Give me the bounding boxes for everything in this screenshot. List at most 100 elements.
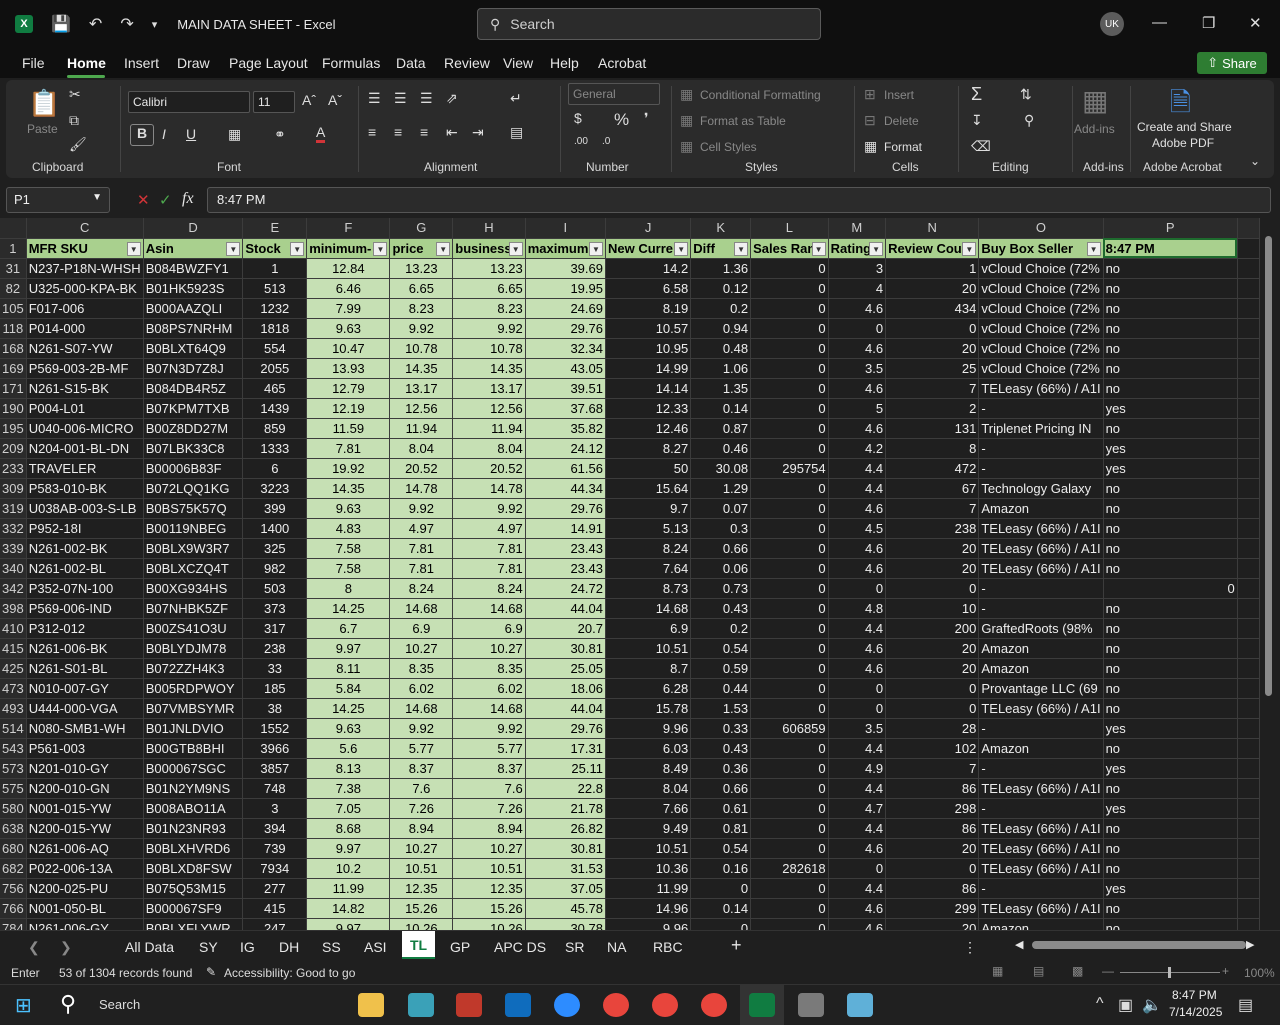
- cell[interactable]: 0.2: [690, 298, 752, 319]
- sheet-tab-asi[interactable]: ASI: [364, 939, 387, 955]
- cell[interactable]: 0: [750, 278, 829, 299]
- tab-view[interactable]: View: [503, 55, 533, 71]
- cell[interactable]: 513: [242, 278, 308, 299]
- cell[interactable]: 4.6: [828, 338, 887, 359]
- cell[interactable]: P352-07N-100: [26, 578, 144, 599]
- column-header-o[interactable]: O: [978, 218, 1104, 239]
- accessibility-icon[interactable]: ✎: [206, 965, 216, 979]
- cell[interactable]: 373: [242, 598, 308, 619]
- row-number[interactable]: 784: [0, 918, 27, 930]
- empty-cell[interactable]: [1237, 318, 1260, 339]
- header-cell[interactable]: maximum ▼: [525, 238, 606, 259]
- cell[interactable]: 12.79: [306, 378, 391, 399]
- empty-cell[interactable]: [1237, 778, 1260, 799]
- cell[interactable]: 10.26: [452, 918, 526, 930]
- empty-cell[interactable]: [1237, 378, 1260, 399]
- cell[interactable]: 35.82: [525, 418, 606, 439]
- cell[interactable]: 38: [242, 698, 308, 719]
- cell[interactable]: 20.52: [389, 458, 454, 479]
- cell[interactable]: 31.53: [525, 858, 606, 879]
- cell[interactable]: 14.14: [605, 378, 692, 399]
- cell[interactable]: 7: [885, 758, 980, 779]
- cell[interactable]: N200-025-PU: [26, 878, 144, 899]
- tab-file[interactable]: File: [22, 55, 45, 71]
- cell[interactable]: 0.06: [690, 558, 752, 579]
- cell[interactable]: 29.76: [525, 718, 606, 739]
- cell[interactable]: 0: [750, 678, 829, 699]
- cell[interactable]: 8.7: [605, 658, 692, 679]
- copy-icon[interactable]: ⧉: [69, 112, 79, 129]
- cell[interactable]: B000067SF9: [143, 898, 244, 919]
- cell[interactable]: 12.84: [306, 258, 391, 279]
- cell[interactable]: no: [1103, 838, 1238, 859]
- tab-page-layout[interactable]: Page Layout: [229, 55, 308, 71]
- cell[interactable]: 13.93: [306, 358, 391, 379]
- filter-dropdown-icon[interactable]: ▼: [588, 241, 603, 256]
- cell[interactable]: 44.04: [525, 698, 606, 719]
- cell[interactable]: 10: [885, 598, 980, 619]
- align-right-icon[interactable]: ≡: [420, 124, 428, 140]
- empty-cell[interactable]: [1237, 578, 1260, 599]
- cell[interactable]: 7.81: [452, 558, 526, 579]
- cell[interactable]: 25.05: [525, 658, 606, 679]
- cell[interactable]: 10.27: [452, 838, 526, 859]
- cell[interactable]: 25.11: [525, 758, 606, 779]
- cell[interactable]: yes: [1103, 458, 1238, 479]
- cell[interactable]: 4.97: [389, 518, 454, 539]
- cell[interactable]: no: [1103, 658, 1238, 679]
- addins-icon[interactable]: ▦: [1082, 84, 1108, 117]
- cell[interactable]: TELeasy (66%) / A1I: [978, 858, 1104, 879]
- cell[interactable]: 9.97: [306, 638, 391, 659]
- row-number[interactable]: 425: [0, 658, 27, 679]
- cell[interactable]: 3: [828, 258, 887, 279]
- increase-decimal-icon[interactable]: .00: [574, 136, 588, 147]
- empty-cell[interactable]: [1237, 758, 1260, 779]
- cell[interactable]: 8.35: [389, 658, 454, 679]
- cell[interactable]: B07VMBSYMR: [143, 698, 244, 719]
- cell[interactable]: 4.8: [828, 598, 887, 619]
- decrease-font-icon[interactable]: Aˇ: [328, 92, 342, 108]
- cell[interactable]: -: [978, 878, 1104, 899]
- cell[interactable]: 6.9: [452, 618, 526, 639]
- cell[interactable]: 10.2: [306, 858, 391, 879]
- undo-icon[interactable]: ↶: [89, 14, 102, 34]
- font-color-icon[interactable]: A: [316, 124, 326, 143]
- empty-cell[interactable]: [1237, 878, 1260, 899]
- cell[interactable]: 1818: [242, 318, 308, 339]
- cell[interactable]: no: [1103, 898, 1238, 919]
- cell[interactable]: N200-015-YW: [26, 818, 144, 839]
- cell[interactable]: N200-010-GN: [26, 778, 144, 799]
- cell[interactable]: 24.69: [525, 298, 606, 319]
- cell[interactable]: 20.7: [525, 618, 606, 639]
- minimize-icon[interactable]: —: [1152, 14, 1167, 31]
- cell[interactable]: 10.57: [605, 318, 692, 339]
- empty-cell[interactable]: [1237, 658, 1260, 679]
- cell[interactable]: 0: [828, 698, 887, 719]
- add-sheet-icon[interactable]: +: [731, 935, 742, 956]
- cell[interactable]: B084BWZFY1: [143, 258, 244, 279]
- row-number[interactable]: 473: [0, 678, 27, 699]
- cell[interactable]: B000067SGC: [143, 758, 244, 779]
- empty-cell[interactable]: [1237, 418, 1260, 439]
- empty-cell[interactable]: [1237, 358, 1260, 379]
- italic-icon[interactable]: I: [162, 126, 166, 142]
- cell[interactable]: 4: [828, 278, 887, 299]
- cell[interactable]: TELeasy (66%) / A1I: [978, 838, 1104, 859]
- cell[interactable]: 43.05: [525, 358, 606, 379]
- cell[interactable]: U040-006-MICRO: [26, 418, 144, 439]
- cell[interactable]: 185: [242, 678, 308, 699]
- cell[interactable]: 247: [242, 918, 308, 930]
- cell[interactable]: no: [1103, 478, 1238, 499]
- cell[interactable]: 0.54: [690, 638, 752, 659]
- cell[interactable]: 277: [242, 878, 308, 899]
- cell[interactable]: 14.82: [306, 898, 391, 919]
- cell[interactable]: 5.6: [306, 738, 391, 759]
- cell[interactable]: 0.07: [690, 498, 752, 519]
- delete-cells-icon[interactable]: ⊟: [864, 112, 876, 129]
- cell[interactable]: P561-003: [26, 738, 144, 759]
- cell[interactable]: B075Q53M15: [143, 878, 244, 899]
- cell[interactable]: 25: [885, 358, 980, 379]
- cell[interactable]: no: [1103, 598, 1238, 619]
- accessibility-status[interactable]: Accessibility: Good to go: [224, 966, 355, 980]
- cell[interactable]: 30.08: [690, 458, 752, 479]
